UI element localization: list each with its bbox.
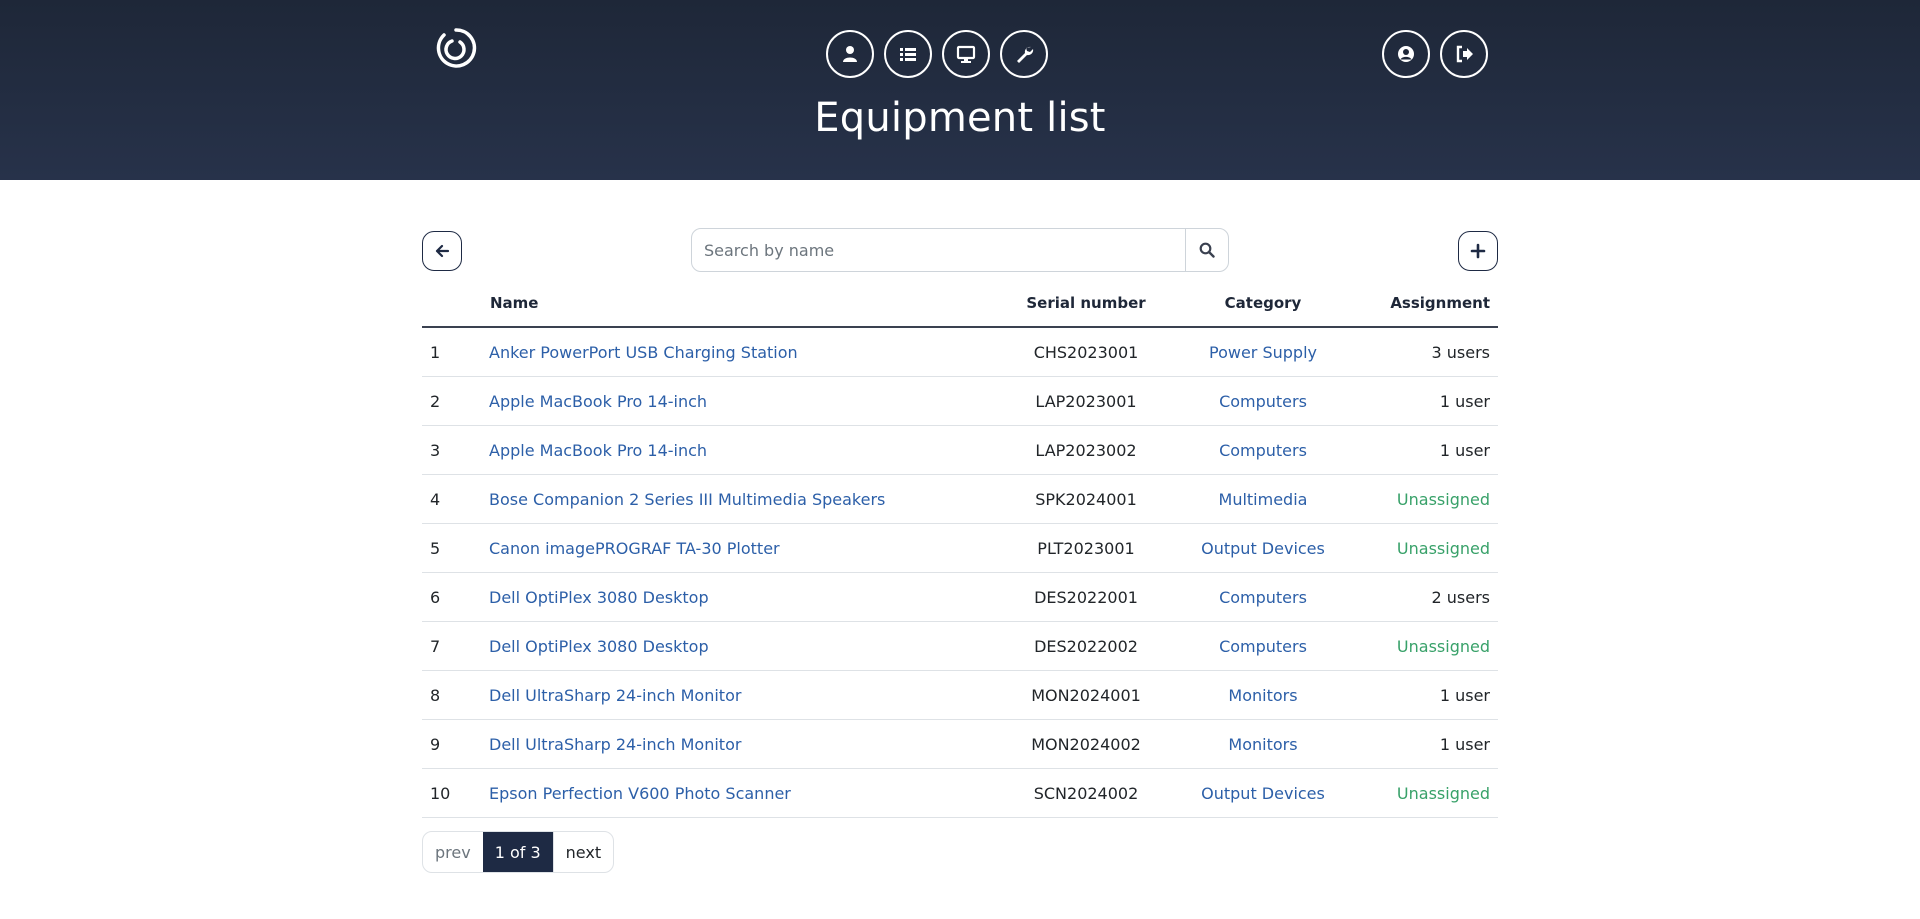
serial-number: MON2024001 bbox=[1031, 685, 1141, 705]
equipment-name-link[interactable]: Dell UltraSharp 24-inch Monitor bbox=[489, 735, 741, 754]
category-link[interactable]: Multimedia bbox=[1219, 490, 1308, 509]
user-icon bbox=[843, 46, 857, 62]
tools-nav-button[interactable] bbox=[1000, 30, 1048, 78]
search-box bbox=[691, 228, 1229, 272]
sign-out-icon bbox=[1456, 45, 1473, 63]
category-link[interactable]: Computers bbox=[1219, 637, 1307, 656]
category-link[interactable]: Power Supply bbox=[1209, 343, 1317, 362]
assignment-status: 1 user bbox=[1439, 685, 1490, 705]
header-bar: Equipment list bbox=[0, 0, 1920, 180]
serial-number: MON2024002 bbox=[1031, 734, 1141, 754]
assignment-status: 1 user bbox=[1439, 734, 1490, 754]
assignment-status: Unassigned bbox=[1396, 538, 1490, 558]
wrench-icon bbox=[1017, 46, 1034, 63]
list-icon bbox=[900, 48, 916, 61]
app-logo-icon[interactable] bbox=[430, 22, 482, 74]
equipment-name-link[interactable]: Epson Perfection V600 Photo Scanner bbox=[489, 784, 791, 803]
pagination: prev 1 of 3 next bbox=[422, 831, 615, 873]
row-index: 10 bbox=[430, 783, 451, 803]
row-index: 4 bbox=[430, 489, 441, 509]
profile-button[interactable] bbox=[1382, 30, 1430, 78]
column-header-assignment[interactable]: Assignment bbox=[1359, 280, 1498, 328]
serial-number: PLT2023001 bbox=[1037, 538, 1135, 558]
assignment-status: 2 users bbox=[1431, 587, 1491, 607]
column-header-serial[interactable]: Serial number bbox=[1005, 280, 1167, 328]
table-row: 10 Epson Perfection V600 Photo Scanner SCN… bbox=[422, 768, 1498, 818]
search-icon bbox=[1199, 242, 1215, 258]
category-link[interactable]: Output Devices bbox=[1201, 784, 1325, 803]
serial-number: DES2022002 bbox=[1034, 636, 1138, 656]
list-nav-button[interactable] bbox=[884, 30, 932, 78]
add-equipment-button[interactable] bbox=[1458, 231, 1498, 271]
equipment-nav-button[interactable] bbox=[942, 30, 990, 78]
category-link[interactable]: Monitors bbox=[1228, 735, 1297, 754]
equipment-name-link[interactable]: Anker PowerPort USB Charging Station bbox=[489, 343, 798, 362]
prev-page-button[interactable]: prev bbox=[423, 832, 483, 872]
equipment-name-link[interactable]: Apple MacBook Pro 14-inch bbox=[489, 392, 707, 411]
back-button[interactable] bbox=[422, 231, 462, 271]
assignment-status: Unassigned bbox=[1396, 636, 1490, 656]
category-link[interactable]: Monitors bbox=[1228, 686, 1297, 705]
user-nav-button[interactable] bbox=[826, 30, 874, 78]
serial-number: DES2022001 bbox=[1034, 587, 1138, 607]
equipment-name-link[interactable]: Dell UltraSharp 24-inch Monitor bbox=[489, 686, 741, 705]
table-row: 7 Dell OptiPlex 3080 Desktop DES2022002 Com… bbox=[422, 621, 1498, 671]
table-row: 1 Anker PowerPort USB Charging Station CHS… bbox=[422, 327, 1498, 377]
equipment-name-link[interactable]: Canon imagePROGRAF TA-30 Plotter bbox=[489, 539, 780, 558]
arrow-left-icon bbox=[435, 244, 450, 258]
row-index: 5 bbox=[430, 538, 441, 558]
equipment-table: Name Serial number Category Assignment 1… bbox=[422, 280, 1498, 818]
search-button[interactable] bbox=[1185, 229, 1228, 271]
serial-number: SCN2024002 bbox=[1033, 783, 1139, 803]
table-row: 4 Bose Companion 2 Series III Multimedia … bbox=[422, 474, 1498, 524]
serial-number: CHS2023001 bbox=[1033, 342, 1139, 362]
assignment-status: Unassigned bbox=[1396, 783, 1490, 803]
equipment-name-link[interactable]: Bose Companion 2 Series III Multimedia S… bbox=[489, 490, 885, 509]
row-index: 6 bbox=[430, 587, 441, 607]
row-index: 2 bbox=[430, 391, 441, 411]
table-header-row: Name Serial number Category Assignment bbox=[422, 280, 1498, 328]
plus-icon bbox=[1470, 243, 1486, 259]
account-circle-icon bbox=[1398, 46, 1414, 62]
category-link[interactable]: Computers bbox=[1219, 392, 1307, 411]
table-row: 3 Apple MacBook Pro 14-inch LAP2023002 Comp… bbox=[422, 425, 1498, 475]
next-page-button[interactable]: next bbox=[552, 832, 613, 872]
table-row: 5 Canon imagePROGRAF TA-30 Plotter PLT2023… bbox=[422, 523, 1498, 573]
serial-number: LAP2023001 bbox=[1035, 391, 1137, 411]
row-index: 3 bbox=[430, 440, 441, 460]
equipment-name-link[interactable]: Dell OptiPlex 3080 Desktop bbox=[489, 637, 709, 656]
serial-number: SPK2024001 bbox=[1035, 489, 1137, 509]
monitor-icon bbox=[956, 45, 976, 63]
table-row: 2 Apple MacBook Pro 14-inch LAP2023001 Comp… bbox=[422, 376, 1498, 426]
row-index: 9 bbox=[430, 734, 441, 754]
row-index: 1 bbox=[430, 342, 441, 362]
equipment-name-link[interactable]: Dell OptiPlex 3080 Desktop bbox=[489, 588, 709, 607]
table-row: 6 Dell OptiPlex 3080 Desktop DES2022001 Com… bbox=[422, 572, 1498, 622]
row-index: 8 bbox=[430, 685, 441, 705]
column-header-name[interactable]: Name bbox=[489, 280, 1005, 328]
current-page-indicator: 1 of 3 bbox=[482, 832, 553, 872]
category-link[interactable]: Computers bbox=[1219, 441, 1307, 460]
assignment-status: 3 users bbox=[1431, 342, 1491, 362]
column-header-category[interactable]: Category bbox=[1167, 280, 1359, 328]
category-link[interactable]: Output Devices bbox=[1201, 539, 1325, 558]
table-row: 9 Dell UltraSharp 24-inch Monitor MON20240… bbox=[422, 719, 1498, 769]
assignment-status: Unassigned bbox=[1396, 489, 1490, 509]
row-index: 7 bbox=[430, 636, 441, 656]
logout-button[interactable] bbox=[1440, 30, 1488, 78]
serial-number: LAP2023002 bbox=[1035, 440, 1137, 460]
assignment-status: 1 user bbox=[1439, 391, 1490, 411]
page-title: Equipment list bbox=[814, 95, 1106, 141]
category-link[interactable]: Computers bbox=[1219, 588, 1307, 607]
assignment-status: 1 user bbox=[1439, 440, 1490, 460]
search-input[interactable] bbox=[692, 229, 1185, 271]
table-row: 8 Dell UltraSharp 24-inch Monitor MON20240… bbox=[422, 670, 1498, 720]
equipment-name-link[interactable]: Apple MacBook Pro 14-inch bbox=[489, 441, 707, 460]
column-header-index bbox=[422, 280, 489, 328]
